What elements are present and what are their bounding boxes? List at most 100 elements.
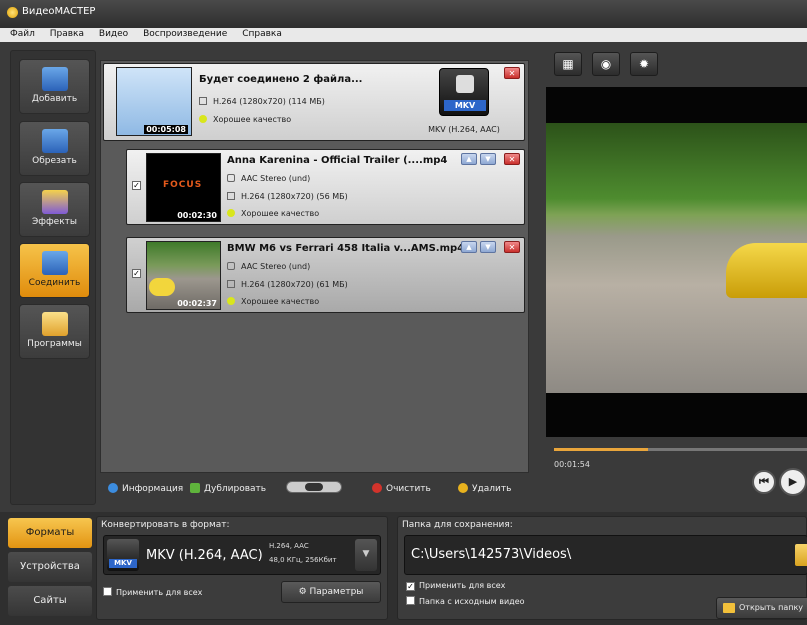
menu-help[interactable]: Справка: [242, 29, 282, 39]
sidebar-item-programs[interactable]: Программы: [19, 304, 90, 359]
sidebar-item-label: Обрезать: [32, 156, 77, 166]
tab-formats[interactable]: Форматы: [8, 518, 92, 548]
video-track-icon: [227, 192, 235, 200]
format-panel: Конвертировать в формат: MKV MKV (H.264,…: [96, 516, 388, 620]
checkbox[interactable]: ✓: [406, 582, 415, 591]
menu-video[interactable]: Видео: [99, 29, 128, 39]
file-thumbnail: FOCUS 00:02:30: [146, 153, 221, 222]
output-format-badge[interactable]: MKV: [439, 68, 489, 116]
file-list: 00:05:08 Будет соединено 2 файла... H.26…: [100, 60, 529, 473]
file-duration: 00:02:37: [177, 299, 217, 308]
sidebar-item-add[interactable]: Добавить: [19, 59, 90, 114]
merged-video-info: H.264 (1280x720) (114 МБ): [199, 97, 325, 106]
video-frame: [546, 123, 807, 393]
sidebar-item-label: Программы: [27, 339, 82, 349]
output-tabs: Форматы Устройства Сайты: [8, 518, 92, 620]
previous-button[interactable]: ⏮: [752, 470, 776, 494]
menu-playback[interactable]: Воспроизведение: [143, 29, 227, 39]
crop-icon: ▦: [562, 57, 574, 71]
play-icon: ▶: [788, 475, 798, 488]
output-format-name: MKV (H.264, AAC): [428, 125, 500, 134]
sidebar-item-join[interactable]: Соединить: [19, 243, 90, 298]
sidebar-item-label: Соединить: [28, 278, 81, 288]
remove-file-button[interactable]: ✕: [504, 153, 520, 165]
folder-icon: [723, 603, 735, 613]
quality-dot-icon: [227, 297, 235, 305]
brightness-button[interactable]: ✹: [630, 52, 658, 76]
video-track-icon: [199, 97, 207, 105]
save-path-field[interactable]: C:\Users\142573\Videos\: [404, 535, 807, 575]
menu-file[interactable]: Файл: [10, 29, 35, 39]
merged-file-card[interactable]: 00:05:08 Будет соединено 2 файла... H.26…: [103, 63, 525, 141]
save-folder-panel: Папка для сохранения: C:\Users\142573\Vi…: [397, 516, 807, 620]
move-up-button[interactable]: ▲: [461, 153, 477, 165]
play-button[interactable]: ▶: [779, 468, 807, 496]
cut-video-icon: [41, 129, 68, 153]
info-icon: [108, 483, 118, 493]
crop-button[interactable]: ▦: [554, 52, 582, 76]
effects-icon: [41, 190, 68, 214]
file-quality: Хорошее качество: [227, 297, 319, 306]
file-audio-info: AAC Stereo (und): [227, 174, 310, 183]
save-apply-all[interactable]: ✓ Применить для всех: [406, 581, 505, 591]
format-selector[interactable]: MKV MKV (H.264, AAC) H.264, AAC 48,0 КГц…: [103, 535, 381, 575]
file-card[interactable]: ✓ FOCUS 00:02:30 Anna Karenina - Officia…: [126, 149, 525, 225]
save-source-folder[interactable]: Папка с исходным видео: [406, 596, 525, 606]
open-folder-button[interactable]: Открыть папку: [716, 597, 807, 619]
file-checkbox[interactable]: ✓: [132, 181, 141, 190]
file-checkbox[interactable]: ✓: [132, 269, 141, 278]
sidebar-item-effects[interactable]: Эффекты: [19, 182, 90, 237]
move-down-button[interactable]: ▼: [480, 241, 496, 253]
format-dropdown-button[interactable]: ▼: [355, 539, 377, 571]
delete-button[interactable]: Удалить: [458, 483, 511, 494]
car-image: [726, 243, 807, 298]
brightness-icon: ✹: [638, 57, 650, 71]
merged-quality: Хорошее качество: [199, 115, 291, 124]
move-down-button[interactable]: ▼: [480, 153, 496, 165]
remove-file-button[interactable]: ✕: [504, 241, 520, 253]
seek-progress: [554, 448, 648, 451]
format-audio: 48,0 КГц, 256Кбит: [269, 556, 337, 564]
sidebar-item-label: Добавить: [31, 94, 78, 104]
menu-edit[interactable]: Правка: [50, 29, 84, 39]
audio-track-icon: [227, 174, 235, 182]
parameters-button[interactable]: ⚙ Параметры: [281, 581, 381, 603]
file-card[interactable]: ✓ 00:02:37 BMW M6 vs Ferrari 458 Italia …: [126, 237, 525, 313]
move-up-button[interactable]: ▲: [461, 241, 477, 253]
window-title: ВидеоМАСТЕР: [22, 6, 96, 17]
merged-thumbnail: 00:05:08: [116, 67, 192, 136]
format-name: MKV (H.264, AAC): [146, 548, 263, 563]
merged-title: Будет соединено 2 файла...: [199, 74, 363, 85]
current-time: 00:01:54: [554, 460, 590, 469]
merged-duration: 00:05:08: [144, 125, 188, 134]
camera-icon: [456, 75, 474, 93]
preview-panel: ▦ ◉ ✹ 00:01:54 ⏮ ▶: [546, 42, 807, 512]
format-apply-all[interactable]: Применить для всех: [103, 587, 202, 597]
video-track-icon: [227, 280, 235, 288]
clear-button[interactable]: Очистить: [372, 483, 431, 494]
rewind-icon: ⏮: [759, 475, 769, 488]
chevron-down-icon: ▼: [362, 549, 370, 559]
seek-bar[interactable]: [554, 448, 807, 451]
snapshot-button[interactable]: ◉: [592, 52, 620, 76]
tab-sites[interactable]: Сайты: [8, 586, 92, 616]
file-duration: 00:02:30: [177, 211, 217, 220]
remove-merged-button[interactable]: ✕: [504, 67, 520, 79]
info-button[interactable]: Информация: [108, 483, 183, 494]
video-player[interactable]: [546, 87, 807, 437]
snapshot-icon: ◉: [600, 57, 612, 71]
sidebar-item-cut[interactable]: Обрезать: [19, 121, 90, 176]
browse-folder-icon[interactable]: [795, 544, 807, 566]
duplicate-icon: [190, 483, 200, 493]
tab-devices[interactable]: Устройства: [8, 552, 92, 582]
add-video-icon: [41, 67, 68, 91]
sidebar-item-label: Эффекты: [32, 217, 77, 227]
file-toolbar: Информация Дублировать Очистить Удалить: [100, 476, 529, 500]
audio-track-icon: [227, 262, 235, 270]
menu-bar: Файл Правка Видео Воспроизведение Справк…: [0, 28, 807, 42]
view-toggle[interactable]: [286, 481, 342, 493]
file-video-info: H.264 (1280x720) (61 МБ): [227, 280, 348, 289]
duplicate-button[interactable]: Дублировать: [190, 483, 266, 494]
checkbox[interactable]: [406, 596, 415, 605]
checkbox[interactable]: [103, 587, 112, 596]
